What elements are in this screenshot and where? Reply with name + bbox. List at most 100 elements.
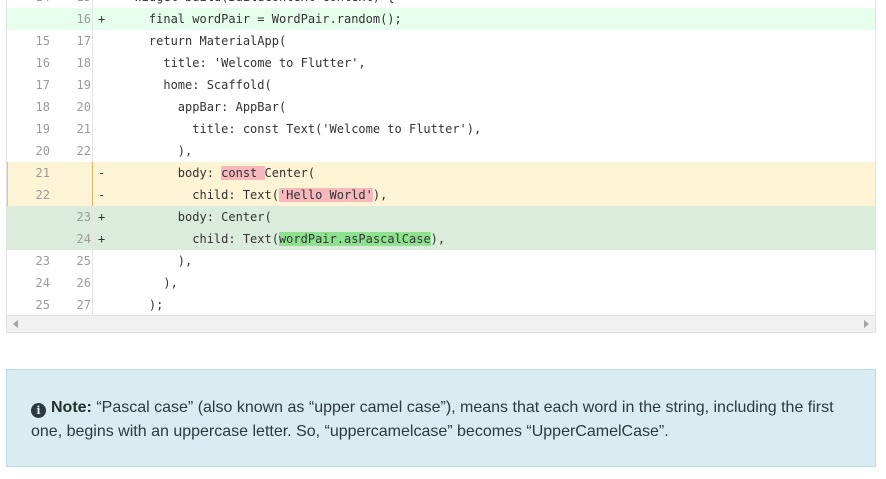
- old-line-number: 18: [35, 100, 50, 114]
- diff-sign: -: [98, 188, 106, 202]
- diff-row-context: 1415 Widget build(BuildContext context) …: [7, 0, 875, 8]
- gutter-divider: [92, 250, 93, 272]
- new-line-number: [52, 184, 91, 206]
- code-line: );: [120, 294, 163, 316]
- diff-sign: +: [98, 210, 106, 224]
- code-text: ),: [120, 254, 193, 268]
- code-line: Widget build(BuildContext context) {: [120, 0, 394, 8]
- code-line: ),: [120, 250, 192, 272]
- code-line: home: Scaffold(: [120, 74, 272, 96]
- diff-row-context: 15 17 return MaterialApp(: [7, 30, 875, 52]
- gutter-divider: [92, 0, 93, 8]
- code-text: appBar: AppBar(: [120, 100, 287, 114]
- note-text: “Pascal case” (also known as “upper came…: [31, 399, 834, 440]
- code-line: appBar: AppBar(: [120, 96, 286, 118]
- new-line-number: 19: [76, 78, 91, 92]
- new-line-number: 17: [76, 34, 91, 48]
- diff-sign: +: [98, 12, 106, 26]
- code-line: child: Text(wordPair.asPascalCase),: [120, 228, 445, 250]
- diff-row-context: 18 20 appBar: AppBar(: [7, 96, 875, 118]
- diff-row-context: 20 22 ),: [7, 140, 875, 162]
- new-line-number: 21: [76, 122, 91, 136]
- code-text: home: Scaffold(: [120, 78, 272, 92]
- diff-sign: +: [98, 232, 106, 246]
- code-line: body: const Center(: [120, 162, 315, 184]
- code-text: ),: [372, 188, 388, 202]
- info-icon: i: [31, 403, 46, 418]
- old-line-number: 23: [35, 254, 50, 268]
- diff-row-context: 25 27 );: [7, 294, 875, 316]
- code-text: Widget build(BuildContext context) {: [120, 0, 394, 4]
- gutter-divider: [92, 228, 93, 250]
- code-diff-viewer: 1415 Widget build(BuildContext context) …: [6, 0, 876, 333]
- note-label: Note:: [51, 399, 92, 416]
- code-text: title: const Text('Welcome to Flutter'),: [120, 122, 482, 136]
- old-line-number: 17: [35, 78, 50, 92]
- diff-row-context: 24 26 ),: [7, 272, 875, 294]
- diff-row-context: 19 21 title: const Text('Welcome to Flutt…: [7, 118, 875, 140]
- gutter-divider: [92, 294, 93, 316]
- code-text: final wordPair = WordPair.random();: [120, 12, 402, 26]
- scroll-right-icon[interactable]: [864, 320, 869, 328]
- diff-row-added-dim: 24 + child: Text(wordPair.asPascalCase),: [7, 228, 875, 250]
- code-text: ),: [120, 276, 178, 290]
- new-line-number: 25: [76, 254, 91, 268]
- gutter-divider: [92, 74, 93, 96]
- gutter-divider: [92, 30, 93, 52]
- code-text: ),: [120, 144, 193, 158]
- diff-row-removed: 21 - body: const Center(: [7, 162, 875, 184]
- diff-body: 1415 Widget build(BuildContext context) …: [7, 0, 875, 316]
- code-text: return MaterialApp(: [120, 34, 287, 48]
- old-line-number: 22: [35, 188, 50, 202]
- old-line-number: 25: [35, 298, 50, 312]
- old-line-number: 24: [35, 276, 50, 290]
- old-line-number: 19: [35, 122, 50, 136]
- code-line: ),: [120, 272, 178, 294]
- diff-row-context: 16 18 title: 'Welcome to Flutter',: [7, 52, 875, 74]
- code-line: title: 'Welcome to Flutter',: [120, 52, 366, 74]
- gutter-divider: [92, 184, 93, 206]
- old-line-number: 16: [35, 56, 50, 70]
- changed-token: wordPair.asPascalCase: [278, 232, 431, 246]
- code-text: child: Text(: [120, 188, 279, 202]
- gutter-divider: [92, 118, 93, 140]
- new-line-number: 23: [76, 210, 91, 224]
- note-callout: i Note: “Pascal case” (also known as “upp…: [6, 369, 876, 467]
- gutter-divider: [92, 162, 93, 184]
- code-line: return MaterialApp(: [120, 30, 286, 52]
- new-line-number: 24: [76, 232, 91, 246]
- gutter-divider: [92, 96, 93, 118]
- old-line-number: 20: [35, 144, 50, 158]
- new-line-number: 20: [76, 100, 91, 114]
- code-text: title: 'Welcome to Flutter',: [120, 56, 366, 70]
- code-line: ),: [120, 140, 192, 162]
- horizontal-scrollbar[interactable]: [7, 315, 875, 332]
- code-text: child: Text(: [120, 232, 279, 246]
- old-line-number: [7, 8, 50, 30]
- code-text: );: [120, 298, 164, 312]
- new-line-number: [52, 162, 91, 184]
- code-line: final wordPair = WordPair.random();: [120, 8, 402, 30]
- old-line-number: [7, 228, 50, 250]
- code-text: body: Center(: [120, 210, 272, 224]
- scroll-left-icon[interactable]: [13, 320, 18, 328]
- code-text: Center(: [264, 166, 316, 180]
- new-line-number: 15: [52, 0, 91, 8]
- gutter-divider: [92, 272, 93, 294]
- old-line-number: 15: [35, 34, 50, 48]
- new-line-number: 27: [76, 298, 91, 312]
- old-line-number: 21: [35, 166, 50, 180]
- code-line: title: const Text('Welcome to Flutter'),: [120, 118, 481, 140]
- code-line: body: Center(: [120, 206, 272, 228]
- gutter-divider: [92, 8, 93, 30]
- new-line-number: 16: [76, 12, 91, 26]
- code-text: body:: [120, 166, 222, 180]
- old-line-number: 14: [7, 0, 50, 8]
- gutter-divider: [92, 52, 93, 74]
- diff-row-context: 23 25 ),: [7, 250, 875, 272]
- code-text: ),: [430, 232, 446, 246]
- diff-row-added-dim: 23 + body: Center(: [7, 206, 875, 228]
- diff-sign: -: [98, 166, 106, 180]
- diff-row-context: 17 19 home: Scaffold(: [7, 74, 875, 96]
- new-line-number: 18: [76, 56, 91, 70]
